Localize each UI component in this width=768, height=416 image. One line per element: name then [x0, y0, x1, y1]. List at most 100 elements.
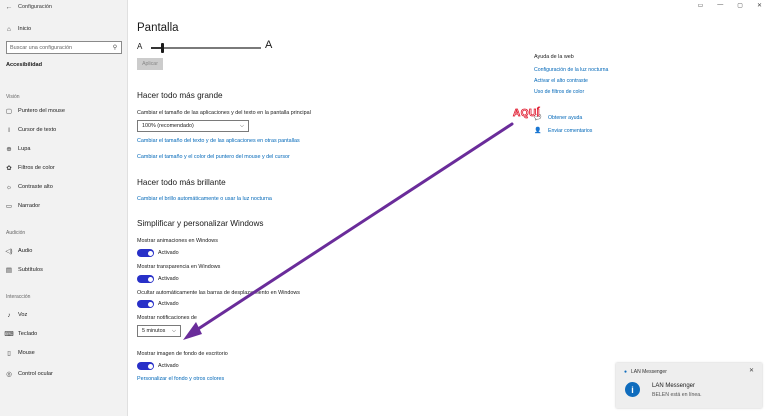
sidebar-item-label: Contraste alto [18, 184, 53, 190]
text-cursor-icon: I [8, 126, 10, 134]
toast-title: LAN Messenger [652, 383, 696, 389]
close-button[interactable]: ✕ [757, 2, 762, 9]
notification-toast[interactable]: ● LAN Messenger ✕ i LAN Messenger BELEN … [616, 363, 762, 408]
high-contrast-icon: ☼ [6, 183, 12, 191]
sidebar-item-voice[interactable]: ♪ Voz [0, 308, 128, 322]
page-title: Pantalla [137, 22, 179, 34]
scale-label: Cambiar el tamaño de las aplicaciones y … [137, 110, 311, 116]
sidebar-item-home[interactable]: ⌂ Inicio [0, 22, 128, 36]
color-filters-help-link[interactable]: Uso de filtros de color [534, 89, 584, 95]
transparency-toggle[interactable] [137, 275, 154, 283]
chevron-down-icon: ⌵ [171, 328, 176, 334]
keyboard-icon: ⌨ [4, 331, 14, 338]
window-title: Configuración [18, 4, 52, 10]
sidebar-item-label: Narrador [18, 203, 41, 209]
microphone-icon: ♪ [7, 311, 11, 319]
scrollbars-toggle-row: Activado [137, 299, 179, 309]
maximize-button[interactable]: ▢ [737, 2, 743, 9]
sidebar-item-mouse-pointer[interactable]: ▢ Puntero del mouse [0, 104, 128, 118]
toggle-state-label: Activado [158, 276, 179, 282]
eye-control-icon: ◎ [6, 371, 12, 378]
send-feedback-link[interactable]: 👤 Enviar comentarios [534, 127, 593, 135]
sidebar-item-color-filters[interactable]: ✿ Filtros de color [0, 161, 128, 175]
other-displays-link[interactable]: Cambiar el tamaño del texto y de las apl… [137, 138, 300, 144]
apply-button[interactable]: Aplicar [137, 58, 163, 70]
subtitles-icon: ▤ [5, 267, 13, 274]
search-placeholder: Buscar una configuración [10, 44, 73, 51]
get-help-link[interactable]: 💬 Obtener ayuda [534, 114, 583, 122]
notifications-select-value: 5 minutos [142, 328, 166, 334]
window-controls: ▭ — ▢ ✕ [698, 2, 762, 9]
speaker-icon: ◁) [5, 248, 13, 255]
sidebar-item-label: Filtros de color [18, 165, 55, 171]
sidebar-item-audio[interactable]: ◁) Audio [0, 244, 128, 258]
background-label: Mostrar imagen de fondo de escritorio [137, 351, 228, 357]
tablet-mode-icon[interactable]: ▭ [698, 2, 704, 9]
main-content: ▭ — ▢ ✕ Pantalla A A Aplicar Hacer todo … [128, 0, 768, 416]
slider-track[interactable] [151, 43, 261, 53]
section-vision: Visión [6, 94, 20, 100]
section-title-bigger: Hacer todo más grande [137, 91, 223, 100]
transparency-label: Mostrar transparencia en Windows [137, 264, 221, 270]
section-interaccion: Interacción [6, 294, 31, 300]
minimize-button[interactable]: — [717, 2, 723, 9]
animations-toggle-row: Activado [137, 248, 179, 258]
search-icon[interactable]: ⚲ [109, 44, 121, 51]
home-icon: ⌂ [7, 25, 11, 33]
sidebar-item-text-cursor[interactable]: I Cursor de texto [0, 123, 128, 137]
scale-select-value: 100% (recomendado) [142, 123, 194, 129]
toast-app-name: LAN Messenger [631, 369, 667, 375]
animations-toggle[interactable] [137, 249, 154, 257]
app-icon: ● [624, 369, 628, 375]
chevron-down-icon: ⌵ [239, 123, 244, 129]
personalize-link[interactable]: Personalizar el fondo y otros colores [137, 376, 224, 382]
toggle-state-label: Activado [158, 363, 179, 369]
send-feedback-label: Enviar comentarios [548, 127, 593, 134]
sidebar-item-label: Voz [18, 312, 28, 318]
sidebar-item-label: Puntero del mouse [18, 108, 65, 114]
category-title: Accesibilidad [6, 62, 43, 68]
sidebar-item-subtitles[interactable]: ▤ Subtítulos [0, 263, 128, 277]
titlebar: ← Configuración [0, 0, 127, 14]
sidebar-item-eye-control[interactable]: ◎ Control ocular [0, 367, 128, 381]
scrollbars-toggle[interactable] [137, 300, 154, 308]
notifications-label: Mostrar notificaciones de [137, 315, 197, 321]
sidebar-item-label: Lupa [18, 146, 31, 152]
night-light-help-link[interactable]: Configuración de la luz nocturna [534, 67, 608, 73]
sidebar-item-high-contrast[interactable]: ☼ Contraste alto [0, 180, 128, 194]
web-help-title: Ayuda de la web [534, 54, 574, 60]
annotation-label: AQUÍ [513, 108, 540, 120]
sidebar-item-label: Cursor de texto [18, 127, 57, 133]
sidebar-item-magnifier[interactable]: ⊕ Lupa [0, 142, 128, 156]
back-arrow-icon[interactable]: ← [0, 4, 18, 11]
sidebar-item-label: Control ocular [18, 371, 53, 377]
background-toggle-row: Activado [137, 361, 179, 371]
text-size-slider[interactable]: A A [137, 39, 277, 53]
toggle-state-label: Activado [158, 250, 179, 256]
slider-thumb[interactable] [161, 43, 164, 53]
mouse-pointer-icon: ▢ [5, 108, 13, 115]
high-contrast-help-link[interactable]: Activar el alto contraste [534, 78, 588, 84]
sidebar-item-keyboard[interactable]: ⌨ Teclado [0, 327, 128, 341]
pointer-size-link[interactable]: Cambiar el tamaño y el color del puntero… [137, 154, 290, 160]
get-help-label: Obtener ayuda [548, 114, 583, 121]
notifications-select[interactable]: 5 minutos ⌵ [137, 325, 181, 337]
mouse-icon: ▯ [7, 350, 11, 357]
background-toggle[interactable] [137, 362, 154, 370]
search-input[interactable]: Buscar una configuración ⚲ [6, 41, 122, 54]
feedback-icon: 👤 [534, 128, 542, 134]
color-filter-icon: ✿ [6, 165, 12, 172]
sidebar-item-narrator[interactable]: ▭ Narrador [0, 199, 128, 213]
info-icon: i [625, 382, 640, 397]
toast-close-icon[interactable]: ✕ [749, 367, 754, 374]
sidebar-item-mouse[interactable]: ▯ Mouse [0, 346, 128, 360]
scale-select[interactable]: 100% (recomendado) ⌵ [137, 120, 249, 132]
slider-small-label: A [137, 42, 143, 51]
brightness-link[interactable]: Cambiar el brillo automáticamente o usar… [137, 196, 272, 202]
animations-label: Mostrar animaciones en Windows [137, 238, 218, 244]
magnifier-icon: ⊕ [6, 146, 12, 153]
toggle-state-label: Activado [158, 301, 179, 307]
sidebar-item-label: Inicio [18, 26, 32, 32]
sidebar-item-label: Audio [18, 248, 33, 254]
section-title-brighter: Hacer todo más brillante [137, 178, 226, 187]
